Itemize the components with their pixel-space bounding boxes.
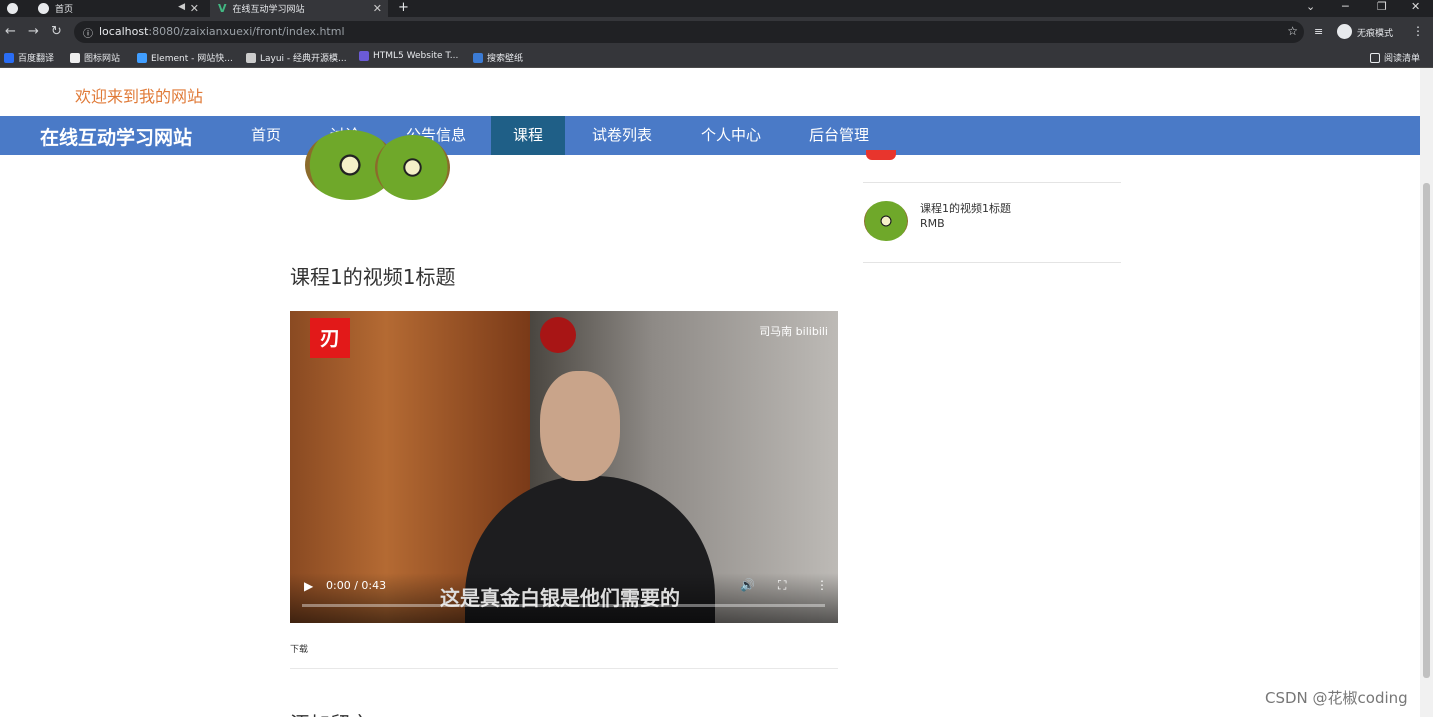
video-watermark: 司马南 bilibili	[759, 325, 828, 338]
bookmark-label: 搜索壁纸	[487, 54, 524, 64]
nav-item-course[interactable]: 课程	[491, 116, 566, 155]
bookmark-item[interactable]: 搜索壁纸	[473, 51, 523, 64]
fullscreen-icon[interactable]: ⛶	[778, 578, 786, 593]
close-window-button[interactable]: ✕	[1411, 0, 1420, 13]
browser-tab-strip: 首页 ✕ ◀ V 在线互动学习网站 ✕ + ⌄ ─ ❐ ✕	[0, 0, 1433, 17]
sidebar-thumb-partial	[866, 150, 896, 160]
nav-item-home[interactable]: 首页	[229, 116, 303, 155]
address-bar-row: ← → ↻ ⓘ localhost:8080/zaixianxuexi/fron…	[0, 17, 1433, 47]
url-host: localhost	[99, 25, 149, 38]
close-icon[interactable]: ✕	[373, 2, 382, 15]
tab-home[interactable]: 首页 ✕ ◀	[32, 0, 207, 17]
speaker-icon[interactable]: ◀	[178, 2, 185, 12]
video-time: 0:00 / 0:43	[326, 579, 387, 592]
nav-item-exams[interactable]: 试卷列表	[570, 116, 674, 155]
tab-active-label: 在线互动学习网站	[232, 5, 305, 15]
reading-list[interactable]: 阅读清单	[1370, 51, 1420, 64]
url-path: :8080/zaixianxuexi/front/index.html	[148, 25, 345, 38]
video-progress-bar[interactable]	[302, 604, 825, 607]
url-text: localhost:8080/zaixianxuexi/front/index.…	[99, 25, 345, 38]
bookmark-star-icon[interactable]: ☆	[1287, 24, 1298, 38]
play-icon[interactable]: ▶	[304, 579, 313, 593]
chrome-logo-icon[interactable]	[7, 3, 18, 14]
channel-logo-icon: 刃	[310, 318, 350, 358]
bookmark-item[interactable]: HTML5 Website T...	[359, 51, 458, 61]
sidebar-divider	[863, 182, 1121, 183]
incognito-icon[interactable]	[1337, 24, 1352, 39]
bookmark-item[interactable]: Layui - 经典开源模...	[246, 51, 347, 64]
reload-icon[interactable]: ↻	[51, 24, 62, 39]
menu-icon[interactable]: ⋮	[1412, 24, 1424, 38]
video-frame-head	[540, 371, 620, 481]
csdn-watermark: CSDN @花椒coding	[1265, 689, 1408, 707]
bookmark-label: 百度翻译	[18, 54, 55, 64]
bookmark-label: 图标网站	[84, 54, 121, 64]
video-player[interactable]: 刃 司马南 bilibili 这是真金白银是他们需要的 ▶ 0:00 / 0:4…	[290, 311, 838, 623]
volume-icon[interactable]: 🔊	[740, 578, 755, 592]
main-navbar: 在线互动学习网站 首页 讨论 公告信息 课程 试卷列表 个人中心 后台管理	[0, 116, 1420, 155]
restore-button[interactable]: ❐	[1377, 0, 1387, 13]
html5-icon	[359, 51, 369, 61]
course-cover-image-half	[375, 135, 450, 200]
profile-label[interactable]: 无痕模式	[1357, 26, 1393, 39]
bookmark-label: Layui - 经典开源模...	[260, 54, 347, 64]
page-scrollbar[interactable]	[1420, 68, 1433, 717]
new-tab-button[interactable]: +	[398, 0, 409, 15]
forward-icon[interactable]: →	[28, 24, 39, 39]
download-link[interactable]: 下载	[290, 642, 308, 655]
tab-active[interactable]: V 在线互动学习网站 ✕	[210, 0, 388, 17]
back-icon[interactable]: ←	[5, 24, 16, 39]
reading-list-label: 阅读清单	[1384, 54, 1421, 64]
tab-search-icon[interactable]: ⌄	[1306, 0, 1315, 13]
reading-list-icon	[1370, 52, 1380, 63]
bookmark-item[interactable]: 图标网站	[70, 51, 120, 64]
welcome-text: 欢迎来到我的网站	[75, 87, 204, 106]
site-brand[interactable]: 在线互动学习网站	[40, 123, 192, 150]
wallpaper-icon	[473, 52, 483, 63]
sidebar-item-price: RMB	[920, 217, 945, 230]
minimize-button[interactable]: ─	[1342, 0, 1349, 13]
scrollbar-thumb[interactable]	[1423, 183, 1430, 678]
page-content: 欢迎来到我的网站 在线互动学习网站 首页 讨论 公告信息 课程 试卷列表 个人中…	[0, 68, 1420, 717]
vue-logo-icon: V	[218, 2, 227, 15]
close-icon[interactable]: ✕	[190, 2, 199, 15]
sidebar-thumb-image[interactable]	[864, 201, 908, 241]
more-options-icon[interactable]: ⋮	[816, 578, 828, 592]
media-control-icon[interactable]: ≡	[1314, 25, 1323, 38]
bookmark-label: HTML5 Website T...	[373, 51, 459, 61]
sidebar-divider	[863, 262, 1121, 263]
tab-home-label: 首页	[55, 5, 74, 15]
layui-icon	[246, 52, 256, 63]
flag-icon	[70, 52, 80, 63]
divider	[290, 668, 838, 669]
cursor-indicator	[540, 317, 576, 353]
bookmark-label: Element - 网站快...	[151, 54, 233, 64]
info-icon[interactable]: ⓘ	[83, 25, 93, 40]
bookmark-item[interactable]: Element - 网站快...	[137, 51, 233, 64]
bookmarks-bar: 百度翻译 图标网站 Element - 网站快... Layui - 经典开源模…	[0, 47, 1433, 68]
globe-icon	[38, 3, 49, 14]
bookmark-item[interactable]: 百度翻译	[4, 51, 54, 64]
translate-icon	[4, 52, 14, 63]
course-title: 课程1的视频1标题	[290, 265, 456, 289]
sidebar-item-title[interactable]: 课程1的视频1标题	[920, 200, 1011, 216]
nav-item-profile[interactable]: 个人中心	[679, 116, 783, 155]
comment-heading: 添加留言	[290, 708, 370, 717]
element-icon	[137, 52, 147, 63]
url-input[interactable]: ⓘ localhost:8080/zaixianxuexi/front/inde…	[74, 21, 1304, 43]
